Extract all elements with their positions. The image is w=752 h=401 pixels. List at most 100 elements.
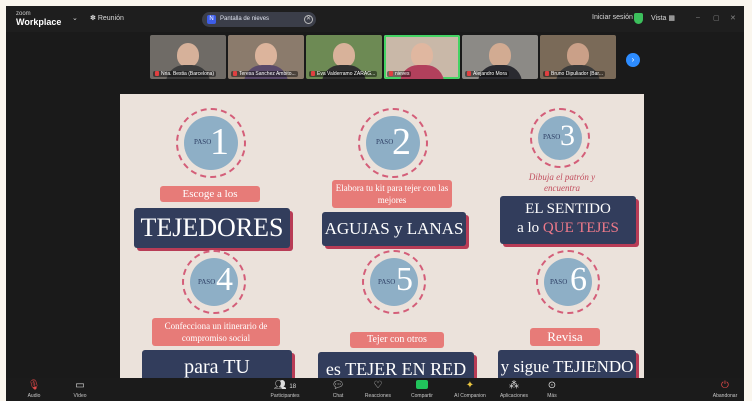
reactions-label: Reacciones bbox=[364, 393, 392, 399]
audio-label: Audio bbox=[27, 393, 41, 399]
step-4: PASO 4 Confecciona un itinerario de compr… bbox=[128, 248, 300, 384]
next-page-arrow-icon[interactable]: › bbox=[626, 53, 640, 67]
participant-video bbox=[567, 43, 589, 67]
participant-name: Nria. Bestia (Barcelona) bbox=[153, 71, 217, 77]
step-1: PASO 1 Escoge a los TEJEDORES bbox=[128, 108, 300, 258]
video-label: Vídeo bbox=[73, 393, 87, 399]
paso-label: PASO bbox=[376, 138, 394, 146]
participant-video bbox=[255, 43, 277, 67]
step-number: 3 bbox=[560, 119, 575, 152]
step-1-subtitle: Escoge a los bbox=[160, 186, 260, 202]
step-3-title-line1: EL SENTIDO bbox=[525, 201, 611, 217]
sparkle-icon: ✦ bbox=[465, 380, 475, 391]
grid-icon: ▦ bbox=[668, 15, 676, 22]
shield-icon[interactable] bbox=[634, 13, 643, 24]
video-button[interactable]: ▭ Vídeo bbox=[60, 380, 100, 400]
step-number: 4 bbox=[216, 261, 233, 298]
chat-button[interactable]: 💬︎ Chat bbox=[318, 380, 358, 400]
apps-icon: ⁂ bbox=[509, 380, 519, 391]
participant-video bbox=[333, 43, 355, 67]
brand-line2: Workplace bbox=[16, 17, 62, 27]
screen-share-pill[interactable]: N Pantalla de nieves ✕ bbox=[202, 12, 316, 27]
ai-companion-button[interactable]: ✦ AI Companion bbox=[446, 380, 494, 400]
step-6-subtitle: Revisa bbox=[530, 328, 600, 346]
participant-video bbox=[489, 43, 511, 67]
chat-icon: 💬︎ bbox=[331, 380, 345, 391]
audio-button[interactable]: 🎙︎ Audio bbox=[14, 380, 54, 400]
participants-count: 18 bbox=[289, 384, 297, 390]
camera-icon: ▭ bbox=[75, 380, 85, 391]
minimize-button[interactable]: – bbox=[696, 14, 700, 21]
participant-tile[interactable]: Teresa Sanchez Ambito... bbox=[228, 35, 304, 79]
step-2-title: AGUJAS y LANAS bbox=[322, 212, 466, 246]
view-button[interactable]: Vista ▦ bbox=[651, 14, 675, 22]
mic-muted-icon bbox=[155, 71, 159, 77]
paso-label: PASO bbox=[543, 133, 561, 141]
step-3-subtitle: Dibuja el patrón y encuentra bbox=[528, 172, 596, 193]
participant-tile[interactable]: Alejandro Mora bbox=[462, 35, 538, 79]
step-3: PASO 3 Dibuja el patrón y encuentra EL SE… bbox=[494, 108, 644, 258]
more-button[interactable]: ⊙ Más bbox=[532, 380, 572, 400]
title-bar: zoom Workplace ⌄ ✽ Reunión N Pantalla de… bbox=[6, 6, 744, 32]
apps-label: Aplicaciones bbox=[499, 393, 529, 399]
apps-button[interactable]: ⁂ Aplicaciones bbox=[492, 380, 536, 400]
step-3-title-line2a: a lo bbox=[517, 220, 543, 236]
participant-name: Eva Valderramo ZARAG... bbox=[309, 71, 378, 77]
step-2-badge: PASO 2 bbox=[358, 108, 428, 178]
participant-tile[interactable]: Bruno Dipuliador (Bar... bbox=[540, 35, 616, 79]
ai-label: AI Companion bbox=[454, 393, 486, 399]
leave-label: Abandonar bbox=[712, 393, 738, 399]
participant-name-text: Bruno Dipuliador (Bar... bbox=[551, 71, 603, 77]
mic-muted-icon bbox=[545, 71, 549, 77]
paso-label: PASO bbox=[550, 278, 568, 286]
mic-muted-icon bbox=[311, 71, 315, 77]
participant-tile[interactable]: Nria. Bestia (Barcelona) bbox=[150, 35, 226, 79]
paso-label: PASO bbox=[198, 278, 216, 286]
step-1-title: TEJEDORES bbox=[134, 208, 290, 248]
participant-tile[interactable]: Eva Valderramo ZARAG... bbox=[306, 35, 382, 79]
participant-name-text: Eva Valderramo ZARAG... bbox=[317, 71, 376, 77]
participants-button[interactable]: 👥︎ 18 Participantes bbox=[260, 380, 310, 400]
mic-off-icon: 🎙︎ bbox=[27, 380, 41, 391]
leave-icon: ⏻ bbox=[721, 380, 729, 391]
paw-icon: ✽ bbox=[90, 15, 96, 22]
signin-link[interactable]: Iniciar sesión bbox=[592, 14, 633, 21]
close-icon[interactable]: ✕ bbox=[304, 15, 313, 24]
meeting-label: Reunión bbox=[97, 15, 124, 22]
meeting-info[interactable]: ✽ Reunión bbox=[90, 14, 124, 22]
step-number: 2 bbox=[392, 121, 411, 163]
sharer-badge: N bbox=[207, 15, 216, 24]
participant-name: Teresa Sanchez Ambito... bbox=[231, 71, 298, 77]
step-4-subtitle: Confecciona un itinerario de compromiso … bbox=[152, 318, 280, 346]
leave-button[interactable]: ⏻ Abandonar bbox=[708, 380, 742, 400]
participant-name-text: Alejandro Mora bbox=[473, 71, 507, 77]
step-2: PASO 2 Elabora tu kit para tejer con las … bbox=[310, 108, 482, 258]
more-label: Más bbox=[547, 393, 557, 399]
participant-name-text: Nria. Bestia (Barcelona) bbox=[161, 71, 215, 77]
zoom-window: zoom Workplace ⌄ ✽ Reunión N Pantalla de… bbox=[6, 6, 744, 401]
participant-name-text: Teresa Sanchez Ambito... bbox=[239, 71, 296, 77]
step-6-badge: PASO 6 bbox=[536, 250, 600, 314]
maximize-button[interactable]: ▢ bbox=[713, 14, 720, 22]
step-number: 5 bbox=[396, 261, 413, 298]
step-5-subtitle: Tejer con otros bbox=[350, 332, 444, 348]
reactions-button[interactable]: ♡ Reacciones bbox=[358, 380, 398, 400]
share-label: Pantalla de nieves bbox=[220, 16, 270, 22]
mic-muted-icon bbox=[233, 71, 237, 77]
view-label: Vista bbox=[651, 15, 667, 22]
participant-name: nieves bbox=[387, 71, 412, 77]
close-window-button[interactable]: ✕ bbox=[730, 14, 736, 22]
step-6: PASO 6 Revisa y sigue TEJIENDO bbox=[494, 248, 644, 384]
participant-tile[interactable]: nieves bbox=[384, 35, 460, 79]
participant-video bbox=[411, 43, 433, 67]
step-4-badge: PASO 4 bbox=[182, 250, 246, 314]
participants-label: Participantes bbox=[270, 393, 300, 399]
share-button[interactable]: Compartir bbox=[402, 380, 442, 400]
participant-name: Bruno Dipuliador (Bar... bbox=[543, 71, 605, 77]
participant-name: Alejandro Mora bbox=[465, 71, 509, 77]
chevron-down-icon[interactable]: ⌄ bbox=[72, 14, 78, 22]
more-icon: ⊙ bbox=[547, 380, 557, 391]
step-number: 1 bbox=[210, 121, 229, 163]
step-5-badge: PASO 5 bbox=[362, 250, 426, 314]
step-number: 6 bbox=[570, 261, 587, 298]
